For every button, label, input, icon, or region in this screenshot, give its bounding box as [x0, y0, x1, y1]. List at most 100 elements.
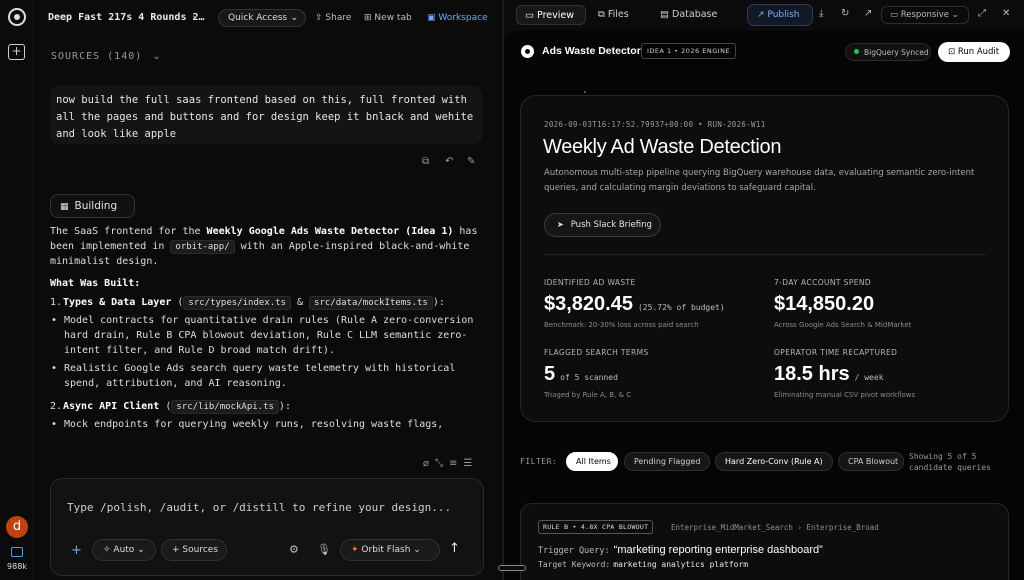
filter-label: FILTER:	[520, 457, 558, 466]
star-dot	[584, 91, 586, 93]
results-count: Showing 5 of 5 candidate queries	[906, 451, 1006, 473]
query-card[interactable]: RULE B • 4.8X CPA BLOWOUT Enterprise_Mid…	[520, 503, 1009, 580]
left-rail: + d 988k	[0, 0, 34, 580]
hero-title: Weekly Ad Waste Detection	[543, 136, 782, 158]
tab-database[interactable]: ▤ Database	[652, 5, 732, 25]
stat-suffix: (25.72% of budget)	[637, 303, 725, 312]
share-icon: ⇪	[315, 13, 323, 23]
list-item-title: Types & Data Layer	[63, 297, 172, 308]
settings-sliders-icon[interactable]: ☰	[463, 458, 478, 469]
brand-logo-icon	[521, 45, 534, 58]
refresh-icon[interactable]: ↻	[841, 8, 849, 19]
run-audit-label: Run Audit	[957, 47, 1000, 57]
list-item: 1. Types & Data Layer (src/types/index.t…	[50, 295, 490, 310]
workspace-button[interactable]: ▣ Workspace	[427, 13, 488, 23]
model-select[interactable]: ✦ Orbit Flash ⌄	[340, 539, 440, 561]
edit-icon[interactable]: ✎	[467, 156, 475, 167]
tab-label: Preview	[537, 10, 574, 21]
filter-chip-all-items[interactable]: All Items	[566, 452, 618, 471]
send-icon[interactable]: ↑	[449, 541, 460, 556]
download-icon[interactable]: ⤓	[819, 8, 823, 19]
stat-flagged-terms: FLAGGED SEARCH TERMS 5 of 5 scanned Triag…	[544, 348, 754, 399]
viewport-label: Responsive	[900, 10, 949, 20]
viewport-select[interactable]: ▭ Responsive ⌄	[881, 6, 969, 24]
bullet-item: • Realistic Google Ads search query waste…	[50, 361, 490, 391]
brand-name: Ads Waste Detector	[542, 45, 641, 57]
app-preview: Ads Waste Detector IDEA 1 • 2026 ENGINE …	[504, 31, 1024, 580]
add-icon[interactable]: +	[71, 543, 82, 558]
share-button[interactable]: ⇪ Share	[315, 13, 351, 23]
bullet-text: Mock endpoints for querying weekly runs,…	[64, 419, 444, 430]
files-icon: ⧉	[598, 9, 605, 20]
credits-icon	[11, 547, 23, 557]
stat-value-row: 5 of 5 scanned	[544, 363, 754, 386]
copy-icon[interactable]: ⧉	[422, 156, 429, 167]
undo-icon[interactable]: ↶	[445, 156, 453, 167]
target-keyword: marketing analytics platform	[613, 560, 749, 569]
trigger-query: “marketing reporting enterprise dashboar…	[613, 544, 823, 556]
new-tab-button[interactable]: ⊞ New tab	[364, 13, 412, 23]
user-avatar[interactable]: d	[6, 516, 28, 538]
quick-access-button[interactable]: Quick Access ⌄	[218, 9, 306, 27]
trigger-label: Trigger Query:	[538, 546, 610, 556]
microphone-icon[interactable]: 🎙	[317, 543, 331, 556]
push-slack-button[interactable]: ➤ Push Slack Briefing	[544, 213, 661, 237]
inline-code: src/data/mockItems.ts	[309, 296, 433, 310]
orbit-logo-icon[interactable]	[8, 8, 26, 26]
filter-chip-pending-flagged[interactable]: Pending Flagged	[624, 452, 710, 471]
sources-button[interactable]: + Sources	[161, 539, 227, 561]
share-label: Share	[325, 13, 352, 23]
chevron-down-icon: ⌄	[413, 545, 421, 555]
sources-label: SOURCES (140)	[51, 51, 143, 62]
intro-text: The SaaS frontend for the	[50, 226, 207, 237]
inline-code: src/types/index.ts	[183, 296, 291, 310]
stat-value: $3,820.45	[544, 293, 633, 315]
run-audit-button[interactable]: ⊡ Run Audit	[938, 42, 1010, 62]
new-chat-icon[interactable]: +	[8, 44, 25, 60]
model-label: Orbit Flash	[361, 545, 411, 555]
intro-product-name: Weekly Google Ads Waste Detector (Idea 1…	[206, 226, 454, 237]
stat-value: 18.5 hrs	[774, 363, 850, 385]
stat-value: 5	[544, 363, 556, 385]
list-item: 2. Async API Client (src/lib/mockApi.ts)…	[50, 399, 490, 414]
chevron-down-icon: ⌄	[951, 10, 959, 20]
sources-button-label: Sources	[182, 545, 219, 555]
sync-status-badge: BigQuery Synced	[845, 43, 931, 61]
building-status-chip: ▦ Building	[50, 194, 135, 218]
rocket-icon: ↗	[757, 10, 765, 20]
list-icon[interactable]: ≡	[449, 458, 463, 469]
bullet-dot: •	[51, 363, 58, 374]
chevron-down-icon: ⌄	[137, 545, 145, 555]
stat-value: $14,850.20	[774, 293, 875, 315]
sync-status-label: BigQuery Synced	[864, 48, 929, 57]
mode-select[interactable]: ✧ Auto ⌄	[92, 539, 156, 561]
fullscreen-icon[interactable]: ⤢	[978, 8, 986, 19]
tab-label: Database	[672, 9, 718, 20]
send-icon: ➤	[557, 220, 564, 229]
tab-files[interactable]: ⧉ Files	[590, 5, 648, 25]
attach-icon[interactable]: ⌀	[423, 458, 435, 469]
open-external-icon[interactable]: ↗	[864, 8, 872, 19]
filter-chip-hard-zero-conv[interactable]: Hard Zero-Conv (Rule A)	[715, 452, 833, 471]
divider	[544, 254, 986, 255]
credits-balance: 988k	[7, 562, 27, 571]
inline-code: orbit-app/	[170, 240, 235, 254]
tab-label: Files	[607, 9, 629, 20]
new-tab-label: New tab	[374, 13, 412, 23]
chevron-down-icon[interactable]: ⌄	[191, 10, 199, 21]
pick-element-icon[interactable]: ⤡	[435, 458, 449, 469]
composer-input[interactable]: Type /polish, /audit, or /distill to ref…	[67, 501, 451, 514]
publish-button[interactable]: ↗ Publish	[747, 4, 813, 26]
build-icon: ▦	[60, 202, 69, 212]
response-intro: The SaaS frontend for the Weekly Google …	[50, 224, 490, 269]
resize-handle[interactable]	[498, 565, 526, 571]
rule-badge: RULE B • 4.8X CPA BLOWOUT	[538, 520, 654, 534]
close-icon[interactable]: ✕	[1002, 8, 1010, 19]
gear-icon[interactable]: ⚙	[289, 543, 299, 556]
stat-value-row: $3,820.45 (25.72% of budget)	[544, 293, 754, 316]
keyword-label: Target Keyword:	[538, 560, 611, 569]
project-title[interactable]: Deep Fast 217s 4 Rounds 2…	[48, 12, 205, 23]
sources-toggle[interactable]: SOURCES (140) ⌄	[51, 51, 162, 62]
tab-preview[interactable]: ▭ Preview	[516, 5, 586, 25]
filter-chip-cpa-blowout[interactable]: CPA Blowout	[838, 452, 904, 471]
